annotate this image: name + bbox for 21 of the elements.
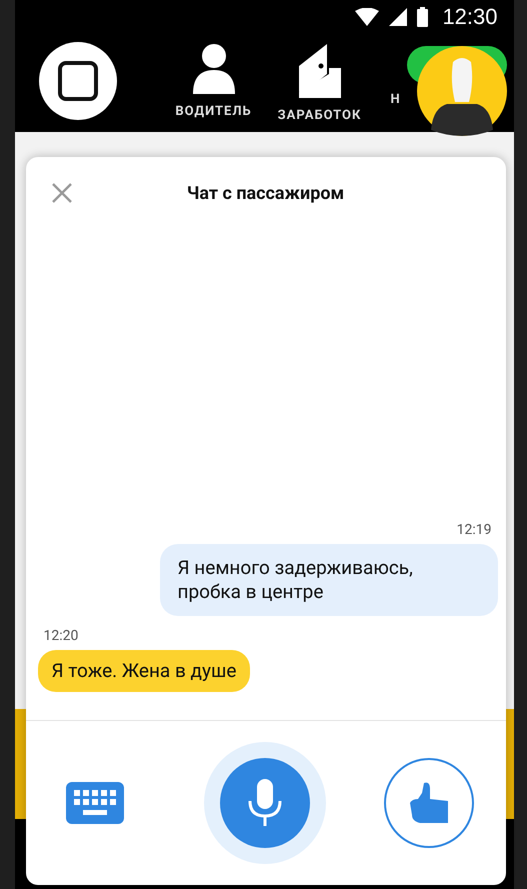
- avatar-drawing[interactable]: [406, 44, 506, 136]
- microphone-icon[interactable]: [248, 779, 282, 827]
- message-time: 12:20: [42, 628, 80, 644]
- person-icon[interactable]: [192, 44, 234, 96]
- close-icon[interactable]: [52, 183, 72, 203]
- outgoing-message: Я немного задерживаюсь, пробка в центре: [160, 544, 498, 616]
- thumbs-up-icon[interactable]: [408, 781, 450, 825]
- microphone-button[interactable]: [220, 758, 310, 848]
- incoming-message: Я тоже. Жена в душе: [38, 650, 250, 692]
- wallet-icon[interactable]: [298, 44, 340, 100]
- nav-tab[interactable]: ВОДИТЕЛЬ: [175, 104, 252, 119]
- clock-time: 12:30: [442, 4, 498, 30]
- stop-icon[interactable]: [58, 61, 98, 101]
- battery-icon: [417, 7, 428, 27]
- signal-icon: [389, 8, 408, 26]
- nav-tab[interactable]: ЗАРАБОТОК: [278, 108, 362, 123]
- nav-tab[interactable]: Н: [390, 92, 401, 107]
- keyboard-icon[interactable]: [66, 782, 124, 824]
- wifi-icon: [355, 8, 380, 26]
- chat-title: Чат с пассажиром: [186, 182, 346, 204]
- message-time: 12:19: [456, 522, 492, 538]
